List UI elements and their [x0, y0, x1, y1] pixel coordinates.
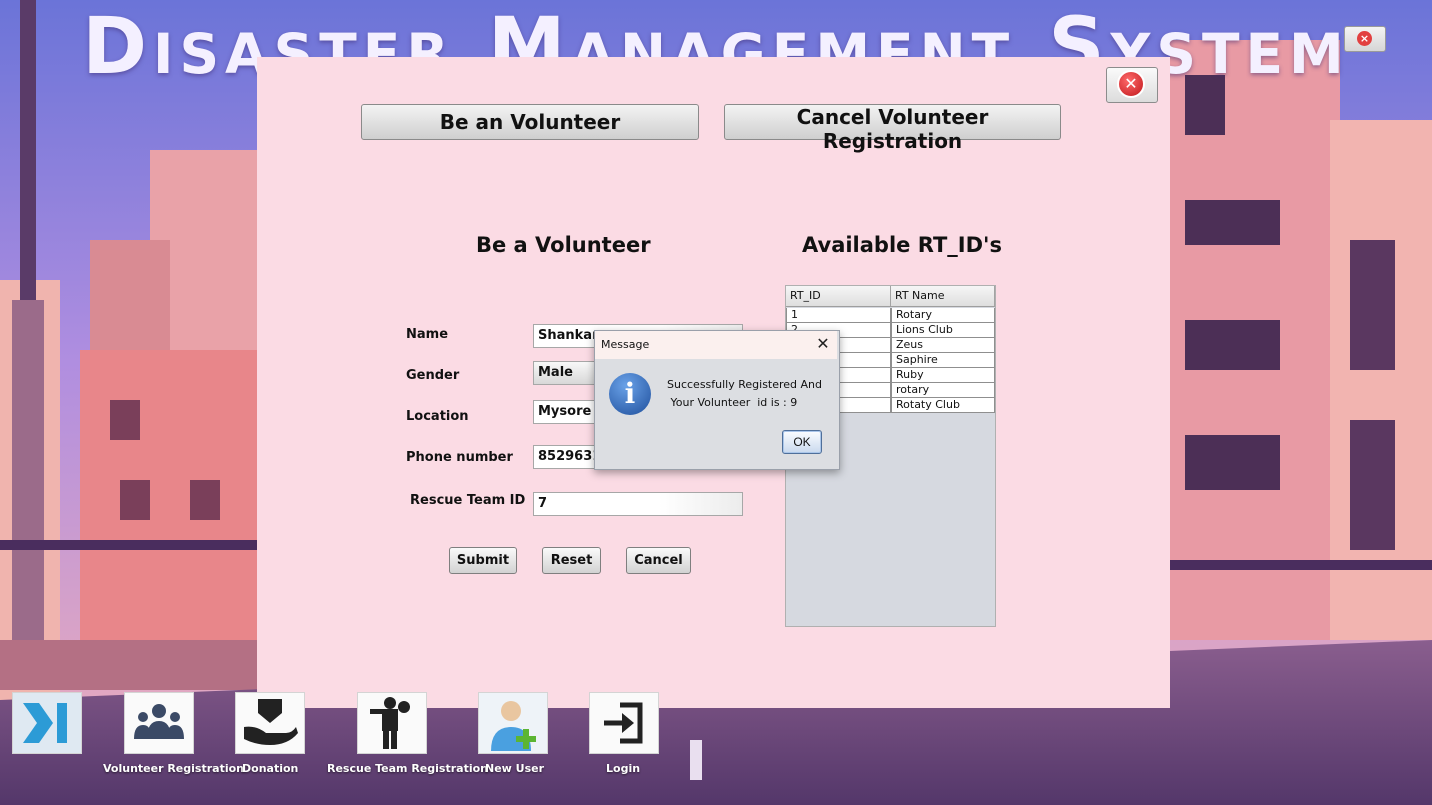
nav-label-volunteer-registration: Volunteer Registration — [103, 762, 244, 775]
reset-button[interactable]: Reset — [542, 547, 601, 574]
dialog-title: Message — [601, 338, 650, 351]
nav-login[interactable] — [589, 692, 659, 754]
column-header-rt-name[interactable]: RT Name — [891, 286, 995, 306]
cell-rt-name: rotary — [891, 383, 995, 398]
close-icon: ✕ — [1117, 70, 1145, 98]
dialog-message-line2: Your Volunteer id is : 9 — [667, 396, 798, 409]
nav-new-user[interactable] — [478, 692, 548, 754]
cell-rt-name: Zeus — [891, 338, 995, 353]
nav-volunteer-registration[interactable] — [124, 692, 194, 754]
cell-rt-name: Lions Club — [891, 323, 995, 338]
nav-label-rescue-team-registration: Rescue Team Registration — [327, 762, 488, 775]
donation-hand-icon — [244, 699, 298, 745]
location-label: Location — [406, 409, 469, 424]
submit-button[interactable]: Submit — [449, 547, 517, 574]
phone-label: Phone number — [406, 450, 513, 465]
nav-label-new-user: New User — [485, 762, 545, 775]
column-header-rt-id[interactable]: RT_ID — [786, 286, 891, 306]
cell-rt-name: Ruby — [891, 368, 995, 383]
panel-close-button[interactable]: ✕ — [1106, 67, 1158, 103]
name-label: Name — [406, 327, 449, 342]
rescuer-icon — [370, 697, 410, 749]
close-icon: × — [1357, 31, 1372, 46]
be-volunteer-button[interactable]: Be an Volunteer — [361, 104, 699, 140]
message-dialog: Message ✕ i Successfully Registered And … — [594, 330, 840, 470]
rt-table-heading: Available RT_ID's — [802, 233, 1002, 257]
rescue-team-id-label: Rescue Team ID — [410, 493, 526, 508]
login-icon — [604, 702, 643, 744]
cell-rt-name: Rotary — [891, 308, 995, 323]
dialog-title-bar[interactable]: Message ✕ — [595, 331, 837, 359]
form-heading: Be a Volunteer — [476, 233, 651, 257]
add-user-icon — [479, 693, 547, 753]
cancel-volunteer-registration-button[interactable]: Cancel Volunteer Registration — [724, 104, 1061, 153]
nav-label-donation: Donation — [242, 762, 299, 775]
group-icon — [134, 704, 184, 739]
cancel-button[interactable]: Cancel — [626, 547, 691, 574]
window-close-button[interactable]: × — [1344, 26, 1386, 52]
gender-label: Gender — [406, 368, 460, 383]
table-row[interactable]: 1 Rotary — [786, 308, 995, 323]
dialog-close-icon[interactable]: ✕ — [814, 335, 832, 353]
info-icon: i — [609, 373, 651, 415]
cell-rt-name: Saphire — [891, 353, 995, 368]
cell-rt-id: 1 — [786, 308, 891, 323]
nav-rescue-team-registration[interactable] — [357, 692, 427, 754]
dialog-message-line1: Successfully Registered And — [667, 378, 823, 391]
ok-button[interactable]: OK — [782, 430, 822, 454]
cell-rt-name: Rotaty Club — [891, 398, 995, 413]
table-header: RT_ID RT Name — [786, 286, 995, 307]
next-arrow-icon — [13, 693, 81, 753]
nav-next-button[interactable] — [12, 692, 82, 754]
nav-donation[interactable] — [235, 692, 305, 754]
rescue-team-id-field[interactable]: 7 — [533, 492, 743, 516]
nav-label-login: Login — [606, 762, 641, 775]
